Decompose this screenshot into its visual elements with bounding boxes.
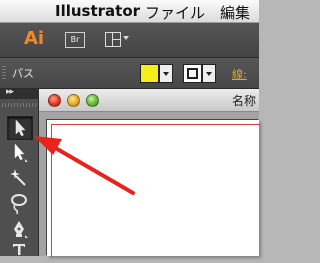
type-tool[interactable] — [7, 241, 31, 263]
selection-tool[interactable] — [7, 116, 33, 140]
document-canvas[interactable] — [39, 112, 260, 257]
arrange-documents-button[interactable] — [105, 32, 130, 47]
control-bar: パス 線: — [0, 58, 259, 89]
panel-grip[interactable] — [2, 66, 6, 80]
menu-bar: Illustrator ファイル 編集 — [0, 0, 259, 23]
fill-dropdown[interactable] — [159, 64, 173, 83]
pen-tool[interactable] — [7, 219, 31, 241]
close-window-button[interactable] — [48, 94, 61, 107]
stroke-dropdown[interactable] — [202, 64, 216, 83]
artboard-guide — [51, 124, 260, 257]
stroke-label[interactable]: 線: — [232, 66, 247, 82]
artboard[interactable] — [47, 120, 260, 257]
collapse-icon[interactable]: ▸▸ — [6, 87, 14, 97]
direct-selection-tool[interactable] — [7, 142, 31, 164]
bridge-button[interactable]: Br — [65, 32, 85, 48]
white-arrow-icon — [14, 143, 28, 162]
zoom-window-button[interactable] — [86, 94, 99, 107]
tools-panel-header[interactable]: ▸▸ — [0, 87, 38, 99]
menu-file[interactable]: ファイル — [145, 2, 205, 23]
tools-panel: ▸▸ — [0, 87, 39, 256]
type-icon — [13, 244, 25, 255]
menu-edit[interactable]: 編集 — [220, 2, 250, 23]
lasso-icon — [11, 194, 27, 215]
lasso-tool[interactable] — [7, 193, 31, 215]
magic-wand-tool[interactable] — [7, 167, 31, 189]
fill-color-swatch[interactable] — [140, 64, 159, 83]
document-window: 名称 — [39, 89, 260, 257]
pen-icon — [14, 221, 28, 238]
panel-grip[interactable] — [2, 103, 36, 107]
menu-app-name[interactable]: Illustrator — [55, 2, 140, 20]
arrow-icon — [15, 119, 26, 137]
chevron-down-icon — [123, 36, 129, 40]
application-bar: Ai Br — [0, 23, 259, 58]
selection-type-label: パス — [12, 67, 34, 80]
minimize-window-button[interactable] — [67, 94, 80, 107]
magic-wand-icon — [10, 169, 26, 186]
stroke-color-swatch[interactable] — [183, 64, 202, 83]
illustrator-logo: Ai — [24, 28, 45, 49]
document-titlebar[interactable]: 名称 — [39, 89, 259, 112]
document-title: 名称 — [232, 94, 257, 108]
arrange-documents-icon — [105, 32, 121, 47]
